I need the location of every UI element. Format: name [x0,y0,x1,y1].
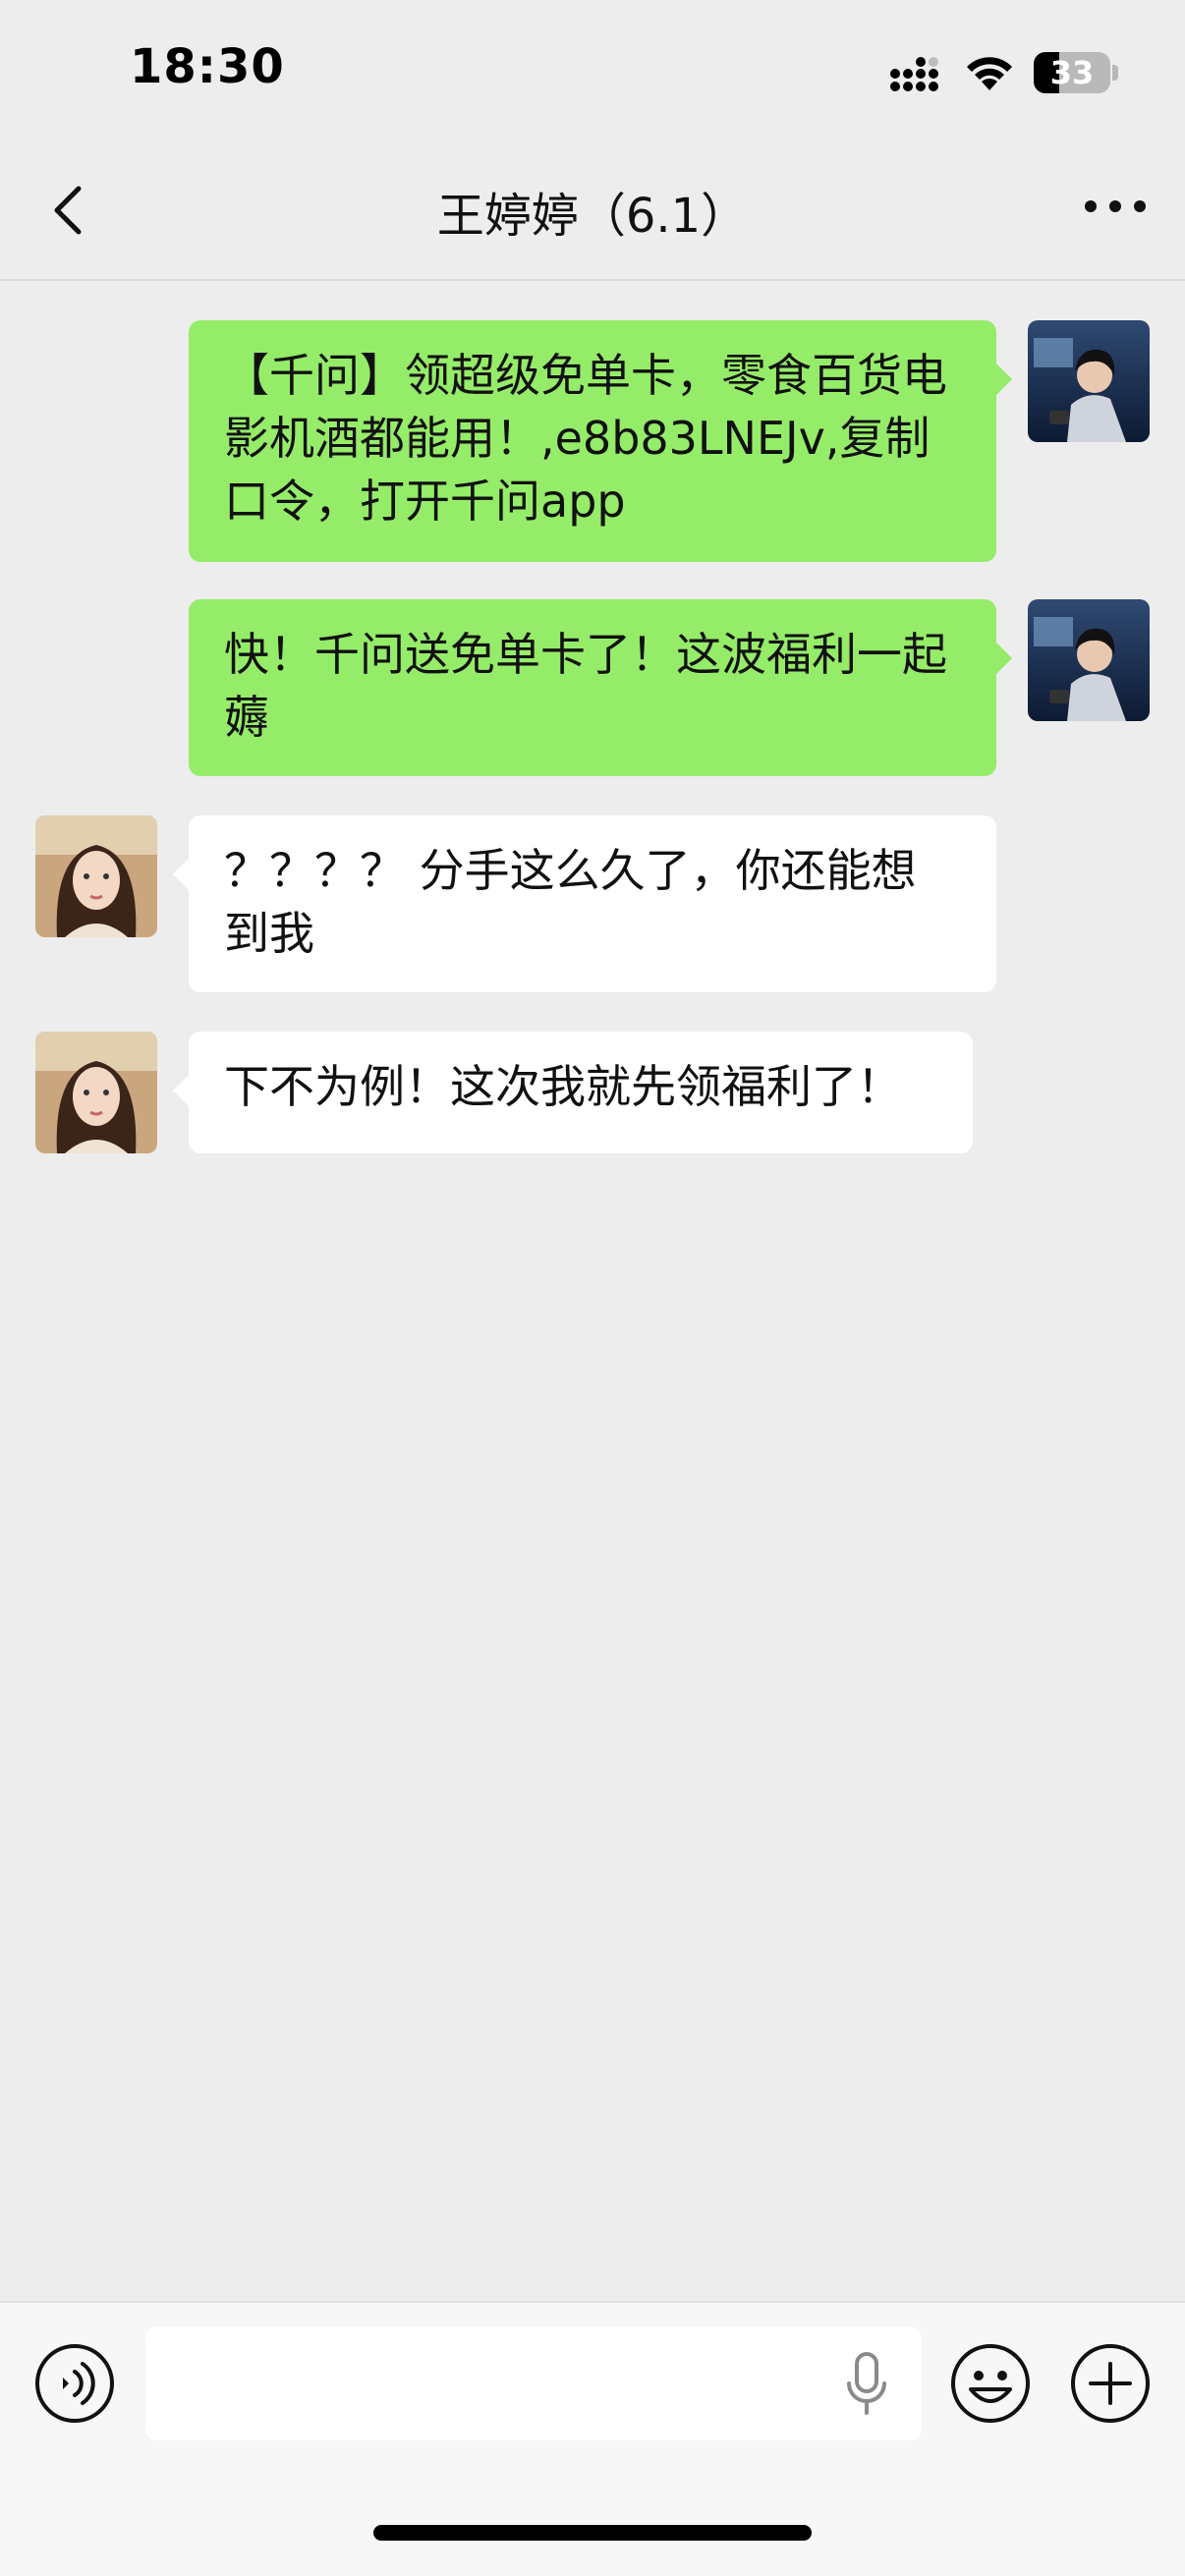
contact-avatar[interactable] [35,1032,157,1153]
message-incoming: ？？？？ 分手这么久了，你还能想到我 [0,815,1185,994]
self-avatar-image [1028,599,1150,721]
signal-icon [890,57,938,91]
wifi-icon [967,57,1012,90]
message-bubble[interactable]: 【千问】领超级免单卡，零食百货电影机酒都能用！,e8b83LNEJv,复制口令，… [189,320,996,562]
bubble-tail [173,859,189,890]
battery-icon: 33 [1034,52,1118,93]
plus-icon[interactable] [1069,2342,1152,2425]
message-bubble[interactable]: 下不为例！这次我就先领福利了！ [189,1032,973,1153]
battery-cap [1112,65,1118,81]
self-avatar[interactable] [1028,599,1150,721]
battery-body: 33 [1034,52,1110,93]
status-bar: 18:30 33 [0,0,1185,138]
message-list: 【千问】领超级免单卡，零食百货电影机酒都能用！,e8b83LNEJv,复制口令，… [0,283,1185,2297]
bubble-tail [996,364,1012,395]
voice-icon[interactable] [33,2342,116,2425]
contact-avatar[interactable] [35,815,157,937]
self-avatar[interactable] [1028,320,1150,442]
message-outgoing: 【千问】领超级免单卡，零食百货电影机酒都能用！,e8b83LNEJv,复制口令，… [0,320,1185,564]
contact-avatar-image [35,815,157,937]
home-indicator[interactable] [373,2525,812,2541]
emoji-icon[interactable] [949,2342,1032,2425]
nav-bar: 王婷婷（6.1） [0,138,1185,281]
chat-title: 王婷婷（6.1） [436,189,749,244]
bubble-tail [173,1075,189,1106]
message-input[interactable] [145,2326,922,2440]
bubble-tail [996,643,1012,674]
contact-avatar-image [35,1032,157,1153]
message-bubble[interactable]: 快！千问送免单卡了！这波福利一起薅 [189,599,996,776]
more-icon[interactable] [1081,187,1150,226]
status-time: 18:30 [130,39,285,94]
mic-icon[interactable] [841,2350,892,2419]
battery-level: 33 [1049,54,1095,91]
message-outgoing: 快！千问送免单卡了！这波福利一起薅 [0,599,1185,778]
chat-screen: 18:30 33 王婷婷（6.1） 【千问】领超级免单卡，零食百货电影机酒都能用… [0,0,1185,2576]
message-bubble[interactable]: ？？？？ 分手这么久了，你还能想到我 [189,815,996,992]
message-incoming: 下不为例！这次我就先领福利了！ [0,1032,1185,1155]
self-avatar-image [1028,320,1150,442]
